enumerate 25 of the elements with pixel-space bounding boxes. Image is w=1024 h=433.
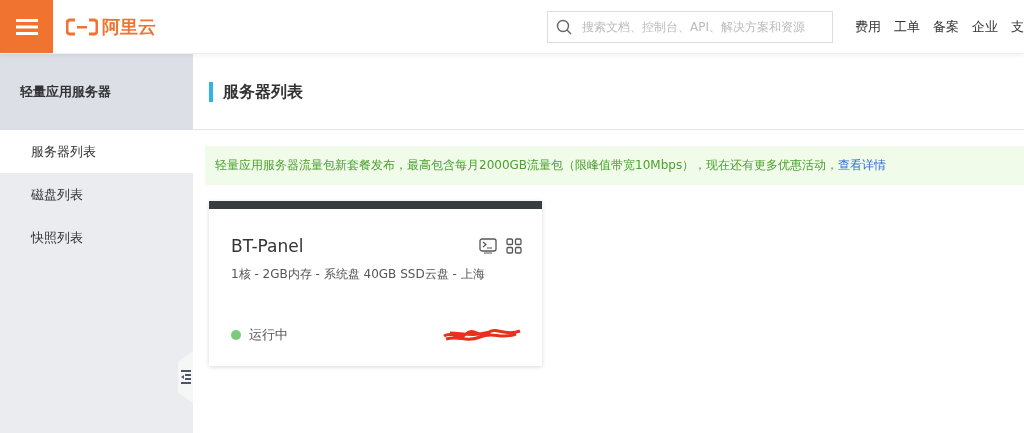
logo-icon: [66, 17, 98, 36]
search-icon: [556, 18, 572, 35]
search-field[interactable]: 搜索文档、控制台、API、解决方案和资源: [547, 10, 833, 43]
details-link[interactable]: 查看详情: [838, 158, 887, 172]
grid-icon[interactable]: [506, 238, 522, 254]
menu-icon: [15, 18, 38, 35]
nav-link[interactable]: 备案: [933, 17, 959, 36]
logo-text: 阿里云: [102, 14, 156, 39]
nav-link[interactable]: 支: [1011, 17, 1024, 36]
nav-link[interactable]: 费用: [855, 17, 881, 36]
server-name: BT-Panel: [231, 236, 304, 256]
sidebar-item[interactable]: 磁盘列表: [0, 173, 193, 216]
nav-link[interactable]: 企业: [972, 17, 998, 36]
menu-button[interactable]: [0, 0, 53, 53]
nav-link[interactable]: 工单: [894, 17, 920, 36]
server-spec: 1核 - 2GB内存 - 系统盘 40GB SSD云盘 - 上海: [231, 266, 486, 283]
collapse-icon: [180, 370, 191, 384]
terminal-icon[interactable]: [479, 238, 497, 254]
sidebar-item[interactable]: 服务器列表: [0, 130, 193, 173]
sidebar-title: 轻量应用服务器: [20, 83, 111, 101]
sidebar-item[interactable]: 快照列表: [0, 216, 193, 259]
server-card[interactable]: BT-Panel 1核 - 2GB内存 - 系统盘 40GB SSD云盘 - 上海 运行中: [209, 201, 542, 366]
server-status: 运行中: [249, 326, 288, 344]
notice-text: 轻量应用服务器流量包新套餐发布，最高包含每月2000GB流量包（限峰值带宽10Mbps），现在还有更多优惠活动，: [215, 158, 839, 172]
page-title: 服务器列表: [209, 81, 303, 102]
